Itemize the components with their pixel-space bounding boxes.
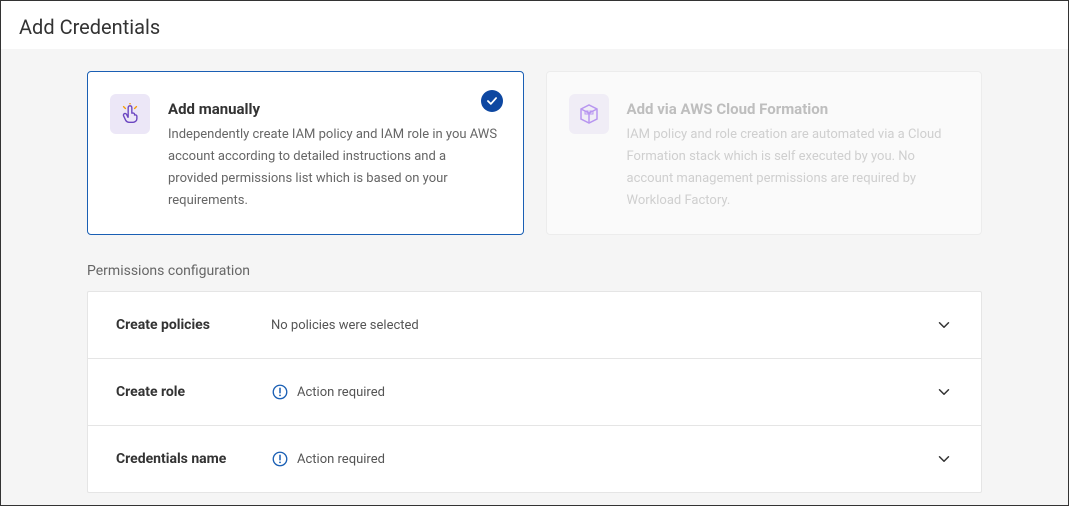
hand-pointer-icon bbox=[110, 94, 150, 134]
cloudformation-stack-icon bbox=[569, 94, 609, 134]
method-cards-row: Add manually Independently create IAM po… bbox=[87, 71, 982, 235]
chevron-down-icon bbox=[935, 316, 953, 334]
row-create-policies-value: No policies were selected bbox=[271, 318, 419, 333]
selected-check-icon bbox=[481, 90, 503, 112]
warning-icon bbox=[271, 450, 289, 468]
row-credentials-name[interactable]: Credentials name Action required bbox=[88, 426, 981, 492]
row-create-role-value: Action required bbox=[297, 385, 385, 400]
row-create-role[interactable]: Create role Action required bbox=[88, 359, 981, 426]
row-create-role-label: Create role bbox=[116, 384, 271, 400]
card-cloudformation-description: IAM policy and role creation are automat… bbox=[627, 124, 958, 212]
row-credentials-name-label: Credentials name bbox=[116, 451, 271, 467]
card-add-manually[interactable]: Add manually Independently create IAM po… bbox=[87, 71, 524, 235]
card-cloudformation-title: Add via AWS Cloud Formation bbox=[627, 100, 958, 118]
page-title: Add Credentials bbox=[1, 1, 1068, 49]
warning-icon bbox=[271, 383, 289, 401]
content-area: Add manually Independently create IAM po… bbox=[1, 49, 1068, 505]
permissions-config-list: Create policies No policies were selecte… bbox=[87, 291, 982, 493]
row-create-policies[interactable]: Create policies No policies were selecte… bbox=[88, 292, 981, 359]
section-permissions-label: Permissions configuration bbox=[87, 263, 982, 279]
card-manual-title: Add manually bbox=[168, 100, 499, 118]
row-create-policies-label: Create policies bbox=[116, 317, 271, 333]
card-add-cloudformation[interactable]: Add via AWS Cloud Formation IAM policy a… bbox=[546, 71, 983, 235]
row-credentials-name-value: Action required bbox=[297, 452, 385, 467]
card-manual-description: Independently create IAM policy and IAM … bbox=[168, 124, 499, 212]
chevron-down-icon bbox=[935, 450, 953, 468]
chevron-down-icon bbox=[935, 383, 953, 401]
